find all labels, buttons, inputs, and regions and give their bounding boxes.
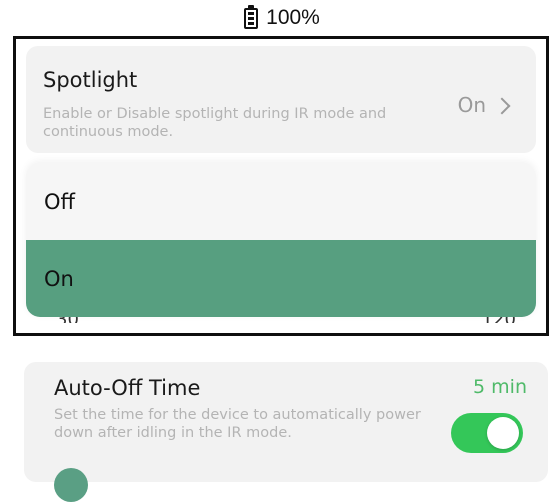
battery-indicator: 100% (244, 4, 320, 30)
option-off[interactable]: Off (26, 163, 536, 240)
battery-percentage: 100% (266, 6, 320, 29)
chevron-right-icon (493, 97, 511, 114)
option-off-label: Off (44, 189, 75, 214)
auto-off-value[interactable]: 5 min (473, 376, 527, 398)
option-on[interactable]: On (26, 240, 536, 317)
slider-handle[interactable] (54, 468, 88, 502)
auto-off-title: Auto-Off Time (54, 376, 201, 400)
spotlight-value-text: On (457, 93, 486, 117)
auto-off-toggle[interactable] (451, 413, 523, 453)
spotlight-popup-frame: Spotlight Enable or Disable spotlight du… (13, 36, 549, 336)
status-bar: 100% (0, 0, 552, 36)
battery-full-icon (244, 4, 259, 29)
auto-off-description: Set the time for the device to automatic… (54, 407, 421, 441)
toggle-knob (487, 417, 519, 449)
spotlight-setting-row[interactable]: Spotlight Enable or Disable spotlight du… (26, 46, 536, 153)
option-on-label: On (44, 266, 74, 291)
spotlight-value[interactable]: On (457, 93, 511, 117)
spotlight-options-dropdown: Off On (26, 163, 536, 317)
spotlight-description: Enable or Disable spotlight during IR mo… (43, 106, 387, 140)
spotlight-title: Spotlight (43, 68, 138, 92)
auto-off-setting-row: Auto-Off Time 5 min Set the time for the… (24, 362, 548, 502)
